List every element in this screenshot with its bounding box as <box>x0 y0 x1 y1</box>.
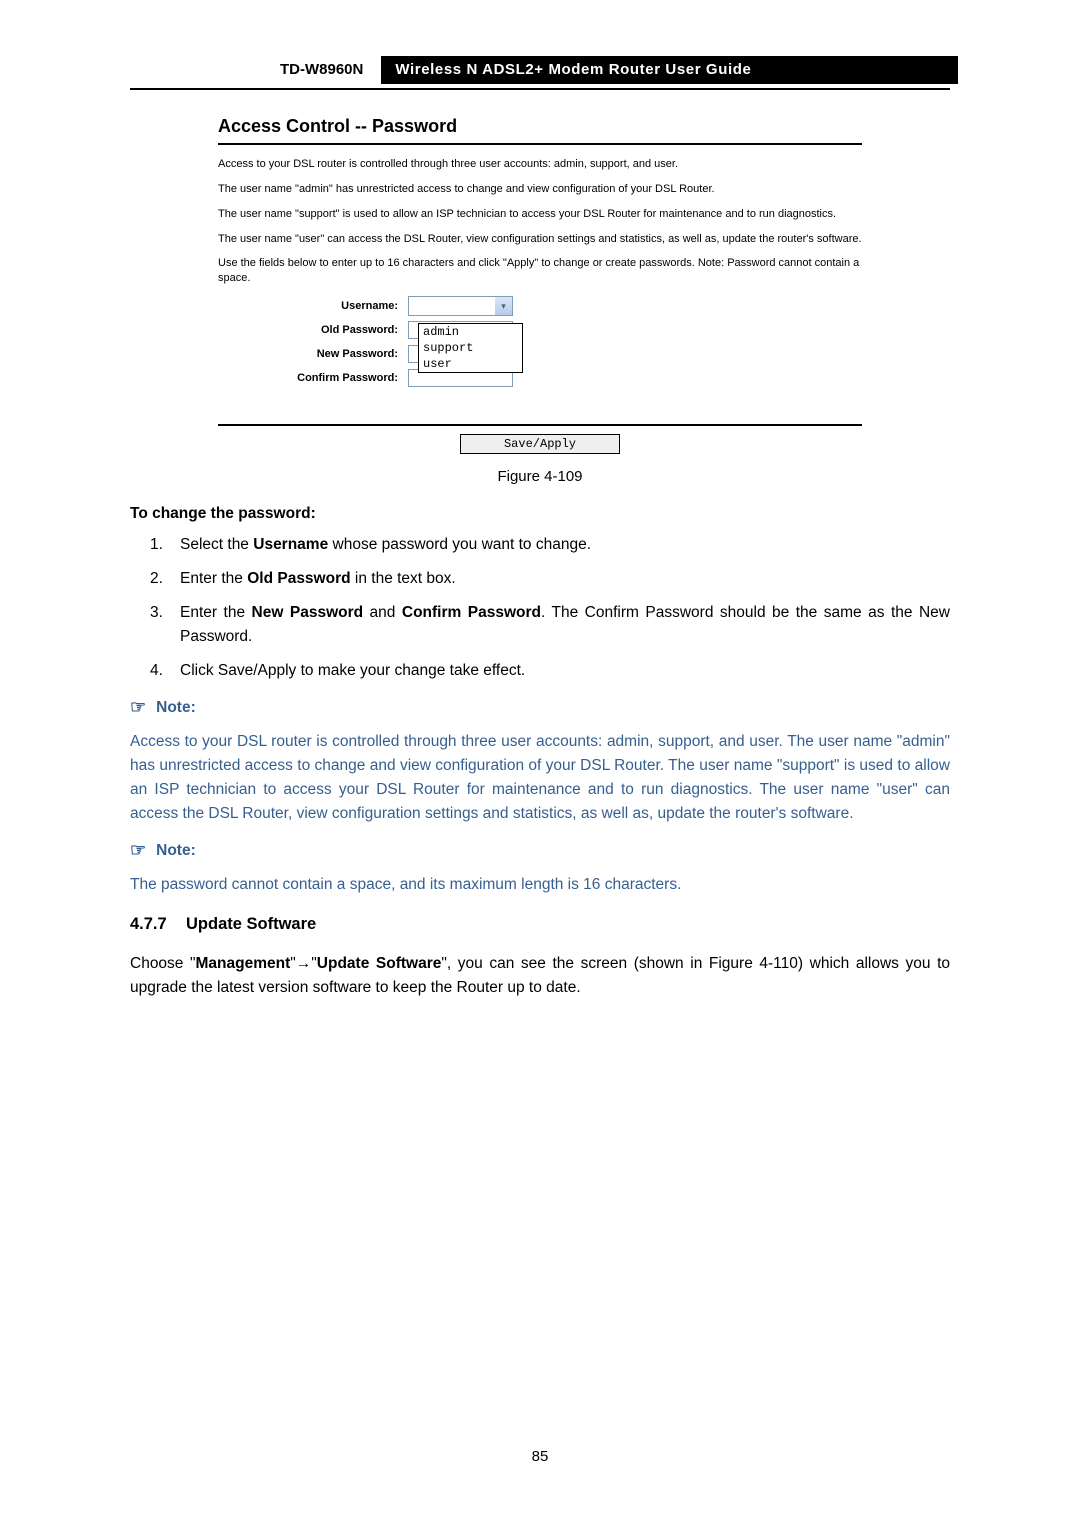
doc-title: Wireless N ADSL2+ Modem Router User Guid… <box>381 56 958 84</box>
list-item: 1. Select the Username whose password yo… <box>150 533 950 557</box>
arrow-right-icon: → <box>296 955 312 972</box>
note-body-2: The password cannot contain a space, and… <box>130 873 950 897</box>
username-dropdown-list: admin support user <box>418 323 523 373</box>
pointing-hand-icon: ☞ <box>130 840 146 861</box>
figure-para-3: The user name "support" is used to allow… <box>218 207 862 222</box>
instructions-list: 1. Select the Username whose password yo… <box>150 533 950 683</box>
list-item: 2. Enter the Old Password in the text bo… <box>150 567 950 591</box>
figure-para-2: The user name "admin" has unrestricted a… <box>218 182 862 197</box>
username-label: Username: <box>218 300 408 312</box>
section-paragraph: Choose "Management"→"Update Software", y… <box>130 952 950 1000</box>
note-heading: ☞ Note: <box>130 697 950 718</box>
list-item: 3. Enter the New Password and Confirm Pa… <box>150 601 950 649</box>
section-title: Update Software <box>186 915 316 933</box>
figure-title: Access Control -- Password <box>218 116 862 137</box>
section-heading: 4.7.7Update Software <box>130 915 950 934</box>
dropdown-option-support[interactable]: support <box>419 340 522 356</box>
figure-caption: Figure 4-109 <box>130 468 950 485</box>
new-password-label: New Password: <box>218 348 408 360</box>
dropdown-option-admin[interactable]: admin <box>419 324 522 340</box>
note-label: Note: <box>156 842 196 860</box>
note-heading: ☞ Note: <box>130 840 950 861</box>
pointing-hand-icon: ☞ <box>130 697 146 718</box>
figure-para-4: The user name "user" can access the DSL … <box>218 232 862 247</box>
note-label: Note: <box>156 699 196 717</box>
figure-divider <box>218 143 862 145</box>
list-item: 4. Click Save/Apply to make your change … <box>150 659 950 683</box>
section-number: 4.7.7 <box>130 915 186 934</box>
dropdown-option-user[interactable]: user <box>419 356 522 372</box>
chevron-down-icon[interactable]: ▾ <box>495 297 512 315</box>
screenshot-figure: Access Control -- Password Access to you… <box>218 116 862 454</box>
doc-header: TD-W8960N Wireless N ADSL2+ Modem Router… <box>280 56 958 84</box>
model-number: TD-W8960N <box>280 56 381 84</box>
note-body-1: Access to your DSL router is controlled … <box>130 730 950 826</box>
figure-para-5: Use the fields below to enter up to 16 c… <box>218 256 862 286</box>
old-password-label: Old Password: <box>218 324 408 336</box>
password-form: Username: ▾ Old Password: New Password: … <box>218 296 862 388</box>
save-apply-button[interactable]: Save/Apply <box>460 434 620 454</box>
page-number: 85 <box>0 1448 1080 1465</box>
username-select[interactable]: ▾ <box>408 296 513 316</box>
figure-divider-bottom <box>218 424 862 426</box>
confirm-password-label: Confirm Password: <box>218 372 408 384</box>
figure-para-1: Access to your DSL router is controlled … <box>218 157 862 172</box>
instructions-heading: To change the password: <box>130 505 950 523</box>
header-divider <box>130 88 950 90</box>
